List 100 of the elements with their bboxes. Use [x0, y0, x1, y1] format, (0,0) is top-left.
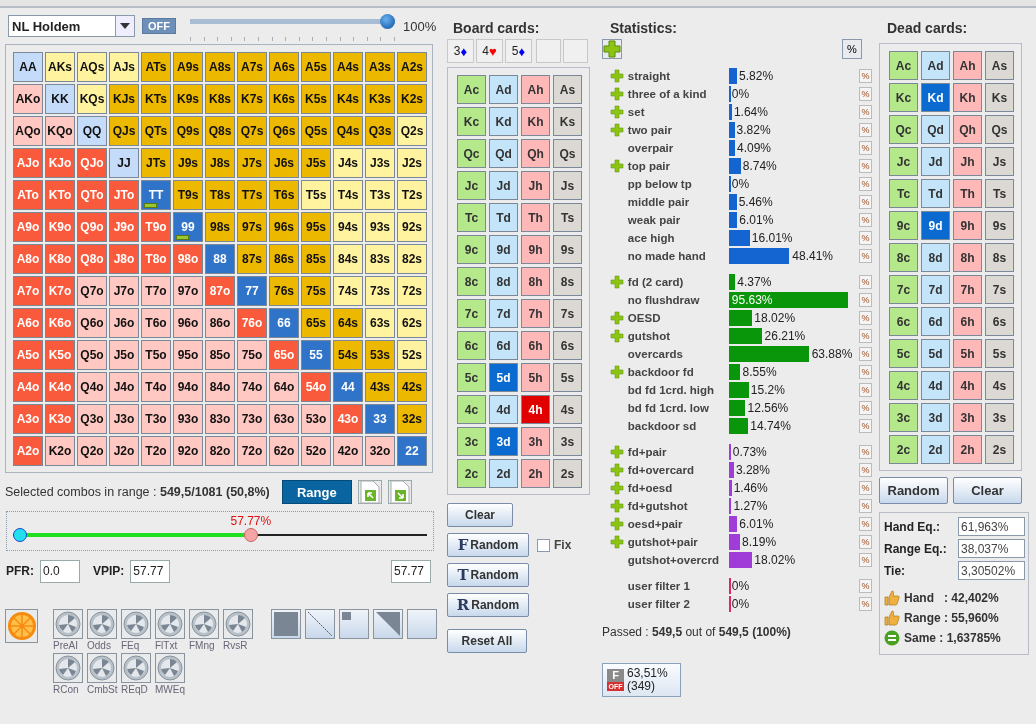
card-cell[interactable]: 4s: [553, 395, 582, 424]
hand-cell[interactable]: 95o: [173, 340, 203, 370]
hand-cell[interactable]: A2s: [397, 52, 427, 82]
shape-icon[interactable]: [339, 609, 369, 639]
card-cell[interactable]: 2h: [953, 435, 982, 464]
card-cell[interactable]: 6h: [521, 331, 550, 360]
card-cell[interactable]: Ac: [457, 75, 486, 104]
hand-cell[interactable]: A7s: [237, 52, 267, 82]
hand-cell[interactable]: 73s: [365, 276, 395, 306]
add-icon[interactable]: [609, 517, 624, 531]
hand-cell[interactable]: QJs: [109, 116, 139, 146]
input-field[interactable]: 57.77: [130, 559, 171, 583]
hand-cell[interactable]: AKo: [13, 84, 43, 114]
hand-cell[interactable]: 96o: [173, 308, 203, 338]
card-cell[interactable]: Kc: [457, 107, 486, 136]
card-cell[interactable]: Tc: [457, 203, 486, 232]
card-cell[interactable]: As: [985, 51, 1014, 80]
hand-cell[interactable]: 92s: [397, 212, 427, 242]
slider-thumb[interactable]: [244, 528, 259, 542]
card-cell[interactable]: 7s: [553, 299, 582, 328]
card-cell[interactable]: 4c: [889, 371, 918, 400]
percent-button[interactable]: %: [859, 159, 872, 173]
hand-cell[interactable]: T7o: [141, 276, 171, 306]
card-cell[interactable]: 9c: [889, 211, 918, 240]
hand-cell[interactable]: Q6s: [269, 116, 299, 146]
add-icon[interactable]: [609, 69, 624, 83]
hand-cell[interactable]: 33: [365, 404, 395, 434]
hand-cell[interactable]: 85o: [205, 340, 235, 370]
card-cell[interactable]: Ah: [521, 75, 550, 104]
game-select[interactable]: NL Holdem: [8, 15, 135, 37]
hand-cell[interactable]: 94o: [173, 372, 203, 402]
card-cell[interactable]: 5h: [521, 363, 550, 392]
percent-button[interactable]: %: [859, 347, 872, 361]
hand-cell[interactable]: ATs: [141, 52, 171, 82]
hand-cell[interactable]: 92o: [173, 436, 203, 466]
card-cell[interactable]: Jd: [489, 171, 518, 200]
add-icon[interactable]: [609, 365, 624, 379]
hand-cell[interactable]: T6o: [141, 308, 171, 338]
card-cell[interactable]: 8s: [985, 243, 1014, 272]
card-cell[interactable]: 7d: [489, 299, 518, 328]
card-cell[interactable]: 6h: [953, 307, 982, 336]
equity-field[interactable]: 3,30502%: [958, 561, 1025, 580]
shape-icon[interactable]: [407, 609, 437, 639]
hand-cell[interactable]: QTs: [141, 116, 171, 146]
wheel-icon[interactable]: [155, 653, 185, 683]
hand-cell[interactable]: AQo: [13, 116, 43, 146]
hand-cell[interactable]: Q9s: [173, 116, 203, 146]
card-cell[interactable]: 2c: [889, 435, 918, 464]
card-cell[interactable]: Qs: [985, 115, 1014, 144]
card-cell[interactable]: Ah: [953, 51, 982, 80]
hand-cell[interactable]: 42s: [397, 372, 427, 402]
random-button[interactable]: RRandom: [447, 593, 529, 617]
shape-icon[interactable]: [373, 609, 403, 639]
hand-cell[interactable]: 32o: [365, 436, 395, 466]
hand-cell[interactable]: AJs: [109, 52, 139, 82]
hand-cell[interactable]: 93s: [365, 212, 395, 242]
shape-icon[interactable]: [271, 609, 301, 639]
percent-button[interactable]: %: [859, 517, 872, 531]
card-cell[interactable]: 6c: [457, 331, 486, 360]
hand-cell[interactable]: KQo: [45, 116, 75, 146]
card-cell[interactable]: 2h: [521, 459, 550, 488]
card-cell[interactable]: 5d: [921, 339, 950, 368]
card-cell[interactable]: Ts: [985, 179, 1014, 208]
hand-cell[interactable]: 65s: [301, 308, 331, 338]
card-cell[interactable]: Th: [521, 203, 550, 232]
card-cell[interactable]: 7s: [985, 275, 1014, 304]
dead-cards-button[interactable]: Random: [879, 477, 948, 504]
card-cell[interactable]: 2s: [985, 435, 1014, 464]
hand-cell[interactable]: 94s: [333, 212, 363, 242]
hand-cell[interactable]: T3o: [141, 404, 171, 434]
hand-cell[interactable]: T7s: [237, 180, 267, 210]
percent-button[interactable]: %: [859, 481, 872, 495]
card-cell[interactable]: Js: [985, 147, 1014, 176]
card-cell[interactable]: Qs: [553, 139, 582, 168]
percent-button[interactable]: %: [842, 39, 862, 59]
card-cell[interactable]: 4c: [457, 395, 486, 424]
percent-button[interactable]: %: [859, 535, 872, 549]
card-cell[interactable]: 9h: [953, 211, 982, 240]
random-button[interactable]: TRandom: [447, 563, 529, 587]
hand-cell[interactable]: 82s: [397, 244, 427, 274]
equity-field[interactable]: 61,963%: [958, 517, 1025, 536]
card-cell[interactable]: As: [553, 75, 582, 104]
card-cell[interactable]: 6d: [489, 331, 518, 360]
card-cell[interactable]: 3c: [457, 427, 486, 456]
card-cell[interactable]: Ad: [921, 51, 950, 80]
percent-button[interactable]: %: [859, 141, 872, 155]
hand-cell[interactable]: J4o: [109, 372, 139, 402]
hand-cell[interactable]: 84s: [333, 244, 363, 274]
hand-cell[interactable]: K6s: [269, 84, 299, 114]
card-cell[interactable]: 2d: [489, 459, 518, 488]
shape-icon[interactable]: [305, 609, 335, 639]
percent-button[interactable]: %: [859, 401, 872, 415]
card-cell[interactable]: 6s: [553, 331, 582, 360]
hand-cell[interactable]: K2s: [397, 84, 427, 114]
hand-cell[interactable]: 53o: [301, 404, 331, 434]
hand-cell[interactable]: K2o: [45, 436, 75, 466]
hand-cell[interactable]: T4s: [333, 180, 363, 210]
hand-cell[interactable]: 83s: [365, 244, 395, 274]
hand-cell[interactable]: Q3o: [77, 404, 107, 434]
card-cell[interactable]: Td: [921, 179, 950, 208]
